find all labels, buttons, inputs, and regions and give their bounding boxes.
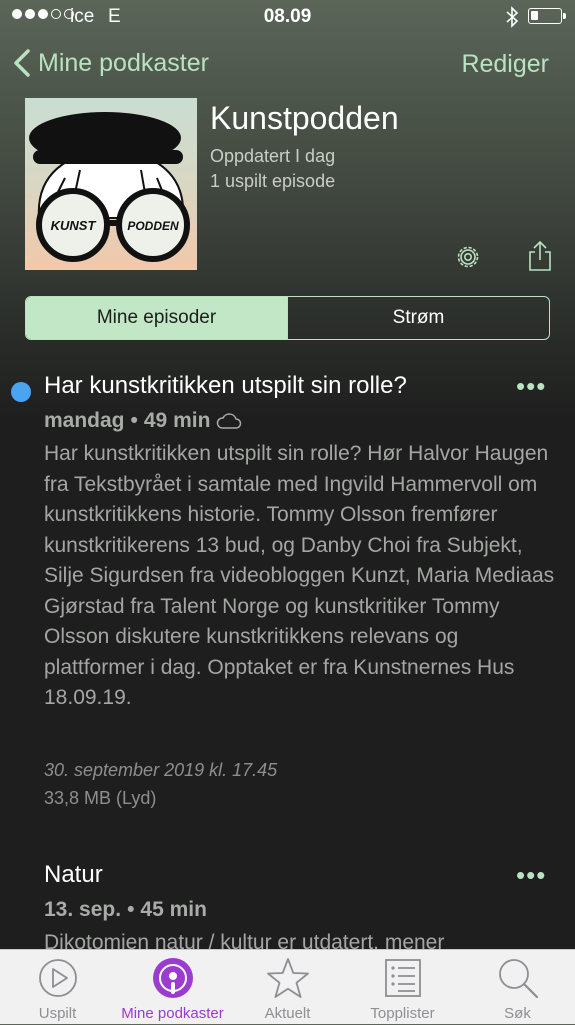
artwork-text-right: PODDEN bbox=[127, 219, 179, 233]
settings-gear-icon[interactable] bbox=[454, 243, 482, 271]
navigation-bar: Mine podkaster Rediger bbox=[0, 44, 575, 88]
podcast-updated: Oppdatert I dag bbox=[210, 146, 336, 166]
meta-separator: • bbox=[130, 409, 138, 432]
search-icon bbox=[498, 959, 538, 999]
tab-label: Aktuelt bbox=[264, 1005, 311, 1022]
tab-topplister[interactable]: Topplister bbox=[345, 950, 460, 1025]
episode-meta: 13. sep. • 45 min bbox=[44, 898, 207, 922]
episode-meta: mandag • 49 min bbox=[44, 409, 242, 433]
unplayed-count: 1 uspilt episode bbox=[210, 171, 336, 191]
tab-bar: Uspilt Mine podkaster Aktuelt Topplister… bbox=[0, 949, 575, 1024]
episode-day: 13. sep. bbox=[44, 898, 122, 921]
bluetooth-icon bbox=[505, 6, 519, 33]
back-button[interactable]: Mine podkaster bbox=[12, 48, 209, 78]
meta-separator: • bbox=[127, 898, 135, 921]
star-icon bbox=[266, 958, 309, 998]
episode-item[interactable]: Natur ••• 13. sep. • 45 min Dikotomien n… bbox=[0, 861, 575, 949]
artwork-text-left: KUNST bbox=[51, 218, 97, 233]
segment-strom[interactable]: Strøm bbox=[287, 297, 549, 339]
share-icon[interactable] bbox=[527, 240, 553, 272]
podcast-title: Kunstpodden bbox=[210, 100, 399, 136]
podcast-icon bbox=[152, 958, 193, 998]
episode-description: Har kunstkritikken utspilt sin rolle? Hø… bbox=[44, 442, 555, 709]
cloud-download-icon[interactable] bbox=[216, 412, 242, 430]
status-bar: ice E 08.09 bbox=[0, 0, 575, 34]
episode-day: mandag bbox=[44, 409, 125, 432]
edit-button[interactable]: Rediger bbox=[461, 50, 549, 79]
episode-publish-date: 30. september 2019 kl. 17.45 bbox=[44, 760, 278, 780]
episode-duration: 45 min bbox=[140, 898, 207, 921]
tab-aktuelt[interactable]: Aktuelt bbox=[230, 950, 345, 1025]
back-label: Mine podkaster bbox=[38, 48, 209, 77]
episode-size: 33,8 MB (Lyd) bbox=[44, 788, 157, 808]
list-icon bbox=[384, 959, 421, 997]
more-options-icon[interactable]: ••• bbox=[516, 862, 546, 888]
tab-label: Mine podkaster bbox=[121, 1005, 224, 1022]
tab-label: Søk bbox=[504, 1005, 531, 1022]
segmented-control: Mine episoder Strøm bbox=[25, 296, 550, 340]
tab-label: Uspilt bbox=[38, 1005, 77, 1022]
tab-label: Topplister bbox=[370, 1005, 435, 1022]
podcast-artwork: KUNST PODDEN bbox=[25, 98, 197, 270]
chevron-left-icon bbox=[14, 49, 30, 77]
battery-icon bbox=[528, 8, 566, 24]
segment-mine-episoder[interactable]: Mine episoder bbox=[26, 297, 287, 339]
episode-description: Dikotomien natur / kultur er utdatert, m… bbox=[44, 931, 445, 949]
tab-uspilt[interactable]: Uspilt bbox=[0, 950, 115, 1025]
status-time: 08.09 bbox=[263, 6, 312, 27]
episode-title: Har kunstkritikken utspilt sin rolle? bbox=[44, 372, 407, 399]
unplayed-dot-icon bbox=[11, 382, 31, 402]
episode-title: Natur bbox=[44, 861, 103, 888]
more-options-icon[interactable]: ••• bbox=[516, 373, 546, 399]
tab-mine-podkaster[interactable]: Mine podkaster bbox=[115, 950, 230, 1025]
play-circle-icon bbox=[38, 959, 77, 997]
tab-sok[interactable]: Søk bbox=[460, 950, 575, 1025]
episode-duration: 49 min bbox=[143, 409, 211, 432]
